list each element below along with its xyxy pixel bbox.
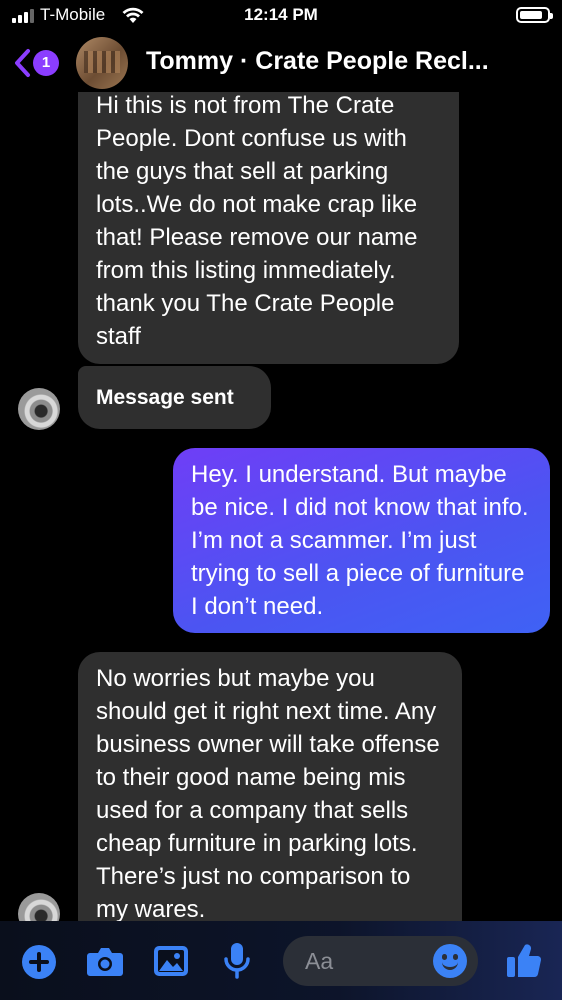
- emoji-icon[interactable]: [433, 944, 467, 978]
- gallery-icon[interactable]: [153, 945, 189, 977]
- conversation-header: 1 Tommy · Crate People Recl...: [0, 34, 562, 92]
- conversation-title[interactable]: Tommy · Crate People Recl...: [146, 47, 489, 76]
- incoming-message[interactable]: Message sent: [78, 366, 271, 429]
- plus-icon[interactable]: [22, 945, 56, 979]
- incoming-message[interactable]: No worries but maybe you should get it r…: [78, 652, 462, 942]
- battery-icon: [516, 7, 553, 23]
- message-composer: Aa: [0, 921, 562, 1000]
- contact-avatar[interactable]: [76, 37, 128, 89]
- message-input[interactable]: Aa: [283, 936, 478, 986]
- message-input-placeholder: Aa: [305, 948, 334, 974]
- outgoing-message[interactable]: Hey. I understand. But maybe be nice. I …: [173, 448, 550, 633]
- camera-icon[interactable]: [86, 945, 124, 977]
- status-bar: T-Mobile 12:14 PM: [0, 0, 562, 34]
- incoming-message[interactable]: Hi this is not from The Crate People. Do…: [78, 74, 459, 364]
- sender-avatar[interactable]: [18, 388, 60, 430]
- thumbs-up-icon[interactable]: [505, 941, 543, 979]
- back-chevron-icon[interactable]: [12, 48, 32, 78]
- status-time: 12:14 PM: [244, 5, 318, 24]
- microphone-icon[interactable]: [223, 941, 251, 981]
- unread-badge[interactable]: 1: [33, 50, 59, 76]
